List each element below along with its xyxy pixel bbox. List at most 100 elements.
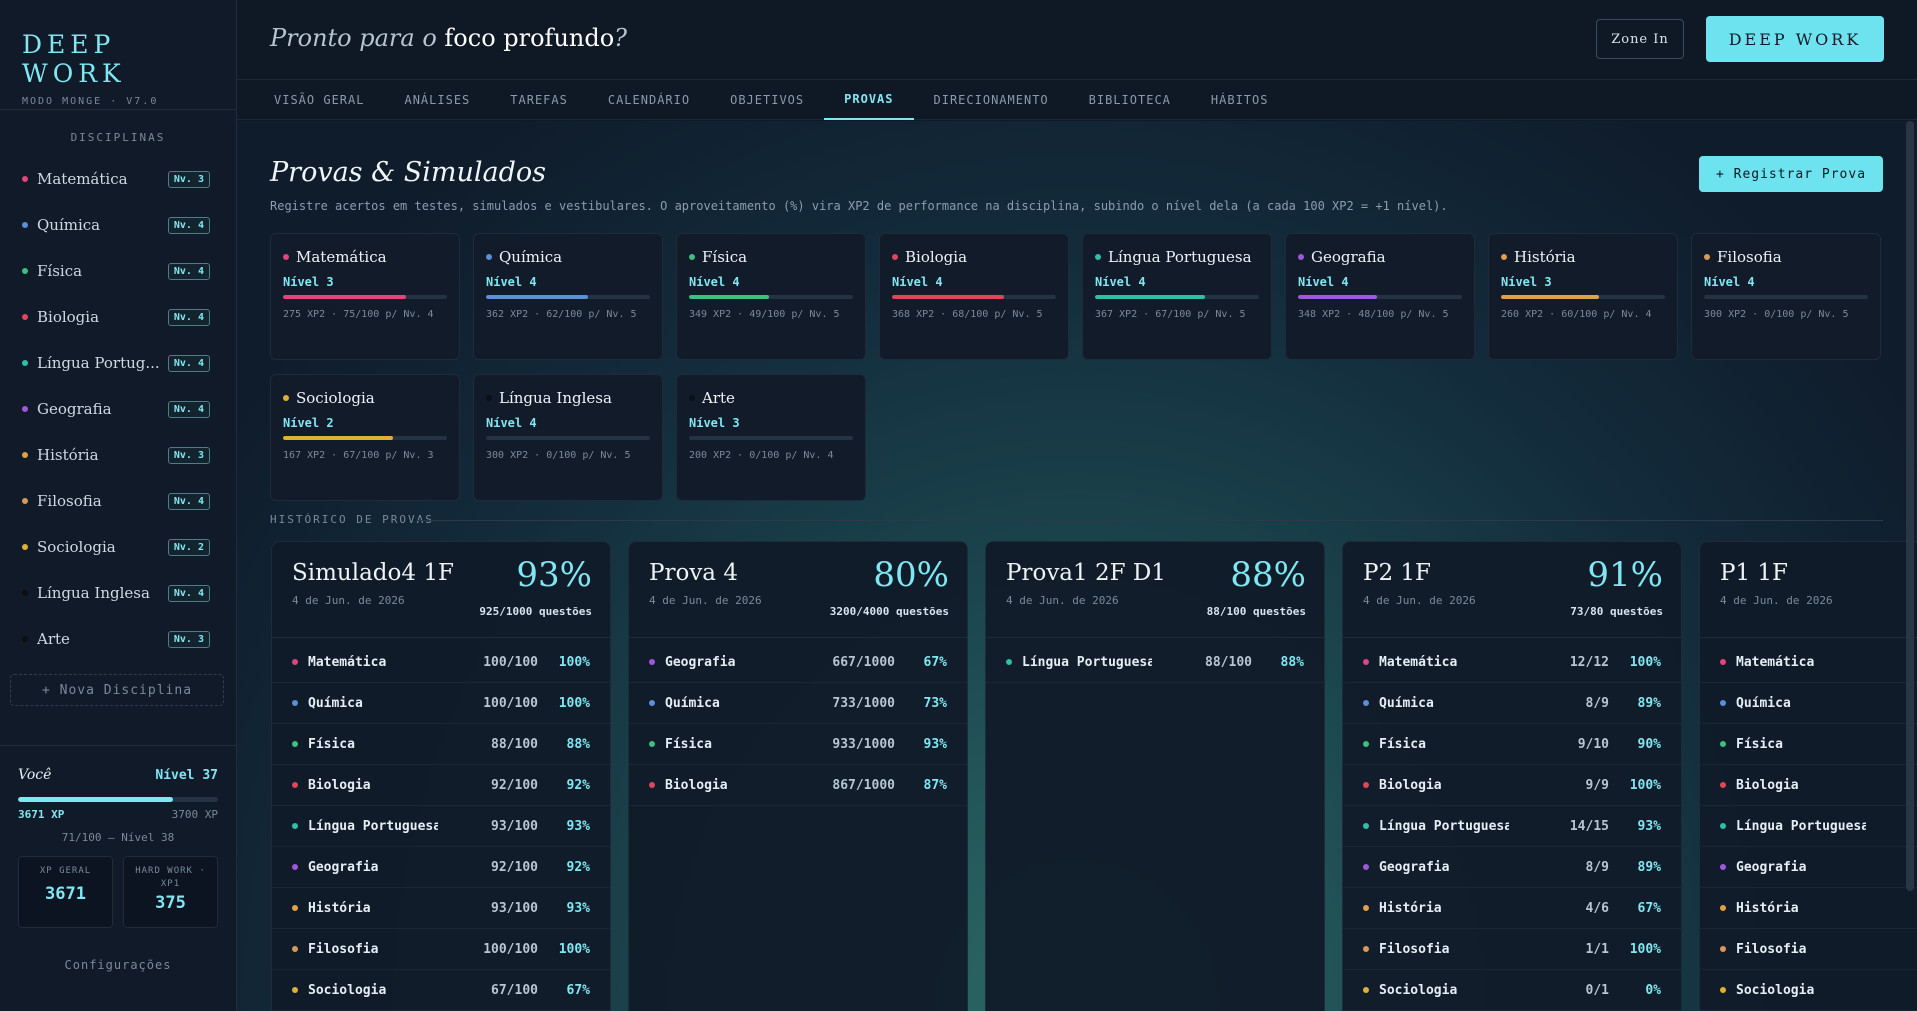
discipline-card[interactable]: Língua Portuguesa Nível 4 367 XP2 · 67/100… [1082,233,1272,360]
xp-progress-fill [18,797,174,802]
history-divider [417,520,1883,521]
discipline-color-dot [1720,659,1726,665]
sidebar-item-discipline[interactable]: Biologia Nv. 4 [0,294,236,340]
test-result-row: História 93/100 93% [272,888,610,929]
result-percentage: 100% [1629,654,1661,670]
discipline-color-dot [22,498,28,504]
discipline-card[interactable]: Matemática Nível 3 275 XP2 · 75/100 p/ Nv.… [270,233,460,360]
discipline-card-title: Matemática [283,248,447,266]
nav-tabs: VISÃO GERAL ANÁLISES TAREFAS CALENDÁRIO OBJE… [237,80,1917,120]
tab-4[interactable]: OBJETIVOS [710,80,824,120]
discipline-card[interactable]: Física Nível 4 349 XP2 · 49/100 p/ Nv. 5 [676,233,866,360]
sidebar-item-discipline[interactable]: História Nv. 3 [0,432,236,478]
result-score: 93/100 [491,818,538,834]
tab-3[interactable]: CALENDÁRIO [588,80,710,120]
prompt-text: Pronto para o [270,24,445,52]
discipline-color-dot [292,905,298,911]
discipline-progress-fill [486,295,588,299]
tab-7[interactable]: BIBLIOTECA [1069,80,1191,120]
sidebar-item-discipline[interactable]: Sociologia Nv. 2 [0,524,236,570]
discipline-card-level: Nível 4 [892,275,943,289]
discipline-card[interactable]: Arte Nível 3 200 XP2 · 0/100 p/ Nv. 4 [676,374,866,501]
prompt-emphasis: foco profundo [444,24,615,52]
tab-5[interactable]: PROVAS [824,80,914,120]
discipline-card-name: Física [702,248,748,266]
result-score: 733/1000 [832,695,895,711]
user-panel: Você Nível 37 3671 XP 3700 XP 71/100 — N… [0,745,236,972]
discipline-card[interactable]: História Nível 3 260 XP2 · 60/100 p/ Nv. 4 [1488,233,1678,360]
discipline-card-title: Física [689,248,853,266]
tab-8[interactable]: HÁBITOS [1191,80,1289,120]
result-percentage: 100% [1629,777,1661,793]
discipline-card-level: Nível 3 [283,275,334,289]
tab-1[interactable]: ANÁLISES [384,80,490,120]
test-card[interactable]: P1 1F 4 de Jun. de 2026 Matemática Química F… [1699,541,1917,1011]
scrollbar[interactable] [1906,121,1914,891]
sidebar-item-discipline[interactable]: Química Nv. 4 [0,202,236,248]
register-test-button[interactable]: + Registrar Prova [1699,156,1883,192]
result-percentage: 93% [1637,818,1661,834]
brand-title: DEEP WORK [22,30,126,88]
sidebar-item-discipline[interactable]: Arte Nv. 3 [0,616,236,662]
main-content: Provas & Simulados + Registrar Prova Reg… [237,121,1917,1011]
tab-2[interactable]: TAREFAS [490,80,588,120]
discipline-card[interactable]: Língua Inglesa Nível 4 300 XP2 · 0/100 p/ … [473,374,663,501]
result-discipline: Língua Portuguesa [1022,654,1152,670]
history-title: HISTÓRICO DE PROVAS [270,513,434,526]
result-discipline: Sociologia [308,982,387,998]
discipline-name: Língua Portug... [37,354,160,372]
sidebar-item-discipline[interactable]: Filosofia Nv. 4 [0,478,236,524]
discipline-card[interactable]: Sociologia Nível 2 167 XP2 · 67/100 p/ Nv.… [270,374,460,501]
user-name: Você [18,767,52,783]
discipline-color-dot [292,987,298,993]
xp-current: 3671 XP [18,808,65,821]
discipline-color-dot [1501,254,1507,260]
discipline-card[interactable]: Biologia Nível 4 368 XP2 · 68/100 p/ Nv. 5 [879,233,1069,360]
sidebar-item-discipline[interactable]: Física Nv. 4 [0,248,236,294]
discipline-card-title: História [1501,248,1665,266]
sidebar-item-discipline[interactable]: Língua Portug... Nv. 4 [0,340,236,386]
sidebar-item-discipline[interactable]: Língua Inglesa Nv. 4 [0,570,236,616]
discipline-card[interactable]: Química Nível 4 362 XP2 · 62/100 p/ Nv. 5 [473,233,663,360]
test-name: P1 1F [1720,560,1789,586]
discipline-card-name: História [1514,248,1576,266]
test-card[interactable]: Simulado4 1F 4 de Jun. de 2026 93% 925/1000… [271,541,611,1011]
discipline-card-level: Nível 3 [689,416,740,430]
tab-0[interactable]: VISÃO GERAL [254,80,384,120]
sidebar-item-discipline[interactable]: Matemática Nv. 3 [0,156,236,202]
result-score: 88/100 [1205,654,1252,670]
discipline-color-dot [1720,946,1726,952]
discipline-card-xp: 300 XP2 · 0/100 p/ Nv. 5 [1704,309,1849,320]
discipline-color-dot [283,254,289,260]
discipline-card-xp: 200 XP2 · 0/100 p/ Nv. 4 [689,450,834,461]
discipline-color-dot [1363,864,1369,870]
discipline-card-name: Arte [702,389,735,407]
result-discipline: Geografia [1379,859,1450,875]
top-header: Pronto para o foco profundo? Zone In DEE… [237,0,1917,80]
test-questions: 73/80 questões [1570,605,1663,618]
stat-label: HARD WORK · XP1 [135,866,206,889]
discipline-name: História [37,446,99,464]
zone-in-button[interactable]: Zone In [1596,19,1684,59]
test-result-row: Biologia 9/9 100% [1343,765,1681,806]
result-percentage: 100% [558,941,590,957]
discipline-color-dot [292,946,298,952]
settings-link[interactable]: Configurações [18,958,218,972]
discipline-card-xp: 362 XP2 · 62/100 p/ Nv. 5 [486,309,637,320]
test-card[interactable]: Prova1 2F D1 4 de Jun. de 2026 88% 88/100 q… [985,541,1325,1011]
test-card[interactable]: Prova 44 de Jun. de 2026 80% 3200/4000 que… [628,541,968,1011]
result-percentage: 67% [1637,900,1661,916]
test-card[interactable]: P2 1F 4 de Jun. de 2026 91% 73/80 questões M… [1342,541,1682,1011]
tab-6[interactable]: DIRECIONAMENTO [914,80,1069,120]
test-card-header: P2 1F 4 de Jun. de 2026 91% 73/80 questões [1343,542,1681,638]
discipline-card[interactable]: Geografia Nível 4 348 XP2 · 48/100 p/ Nv. … [1285,233,1475,360]
discipline-card[interactable]: Filosofia Nível 4 300 XP2 · 0/100 p/ Nv. 5 [1691,233,1881,360]
discipline-color-dot [649,782,655,788]
discipline-card-level: Nível 4 [1704,275,1755,289]
new-discipline-button[interactable]: + Nova Disciplina [10,674,224,706]
result-discipline: Língua Portuguesa [1379,818,1509,834]
sidebar-item-discipline[interactable]: Geografia Nv. 4 [0,386,236,432]
result-discipline: Química [1736,695,1791,711]
result-discipline: Matemática [308,654,387,670]
deep-work-button[interactable]: DEEP WORK [1706,16,1884,62]
